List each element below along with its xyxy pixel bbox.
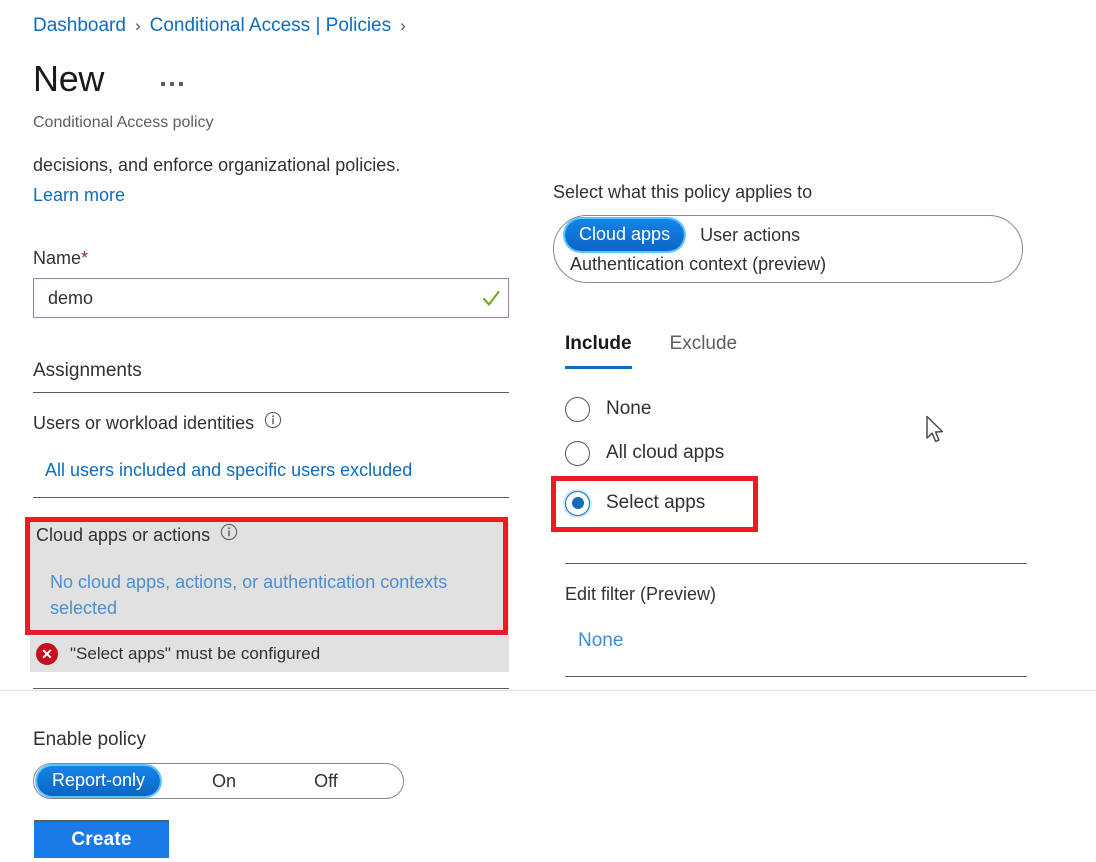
info-icon[interactable] xyxy=(220,523,238,548)
dot-2 xyxy=(170,82,174,86)
applies-to-row-1: Cloud apps User actions xyxy=(565,219,800,251)
tab-exclude[interactable]: Exclude xyxy=(670,331,738,369)
radio-circle-all-cloud-apps[interactable] xyxy=(565,441,590,466)
page-subtitle: Conditional Access policy xyxy=(33,112,214,134)
toggle-option-on[interactable]: On xyxy=(212,771,236,792)
toggle-option-off[interactable]: Off xyxy=(314,771,338,792)
validation-error-row: ✕ "Select apps" must be configured xyxy=(30,636,509,672)
applies-to-label: Select what this policy applies to xyxy=(553,180,812,205)
checkmark-icon xyxy=(474,287,508,309)
more-options-icon[interactable] xyxy=(161,76,187,92)
page-title: New xyxy=(33,57,104,101)
assignments-heading: Assignments xyxy=(33,358,142,384)
divider xyxy=(565,563,1027,564)
arrow-cursor xyxy=(925,415,947,445)
tab-include[interactable]: Include xyxy=(565,331,632,369)
cloud-apps-selection-link[interactable]: No cloud apps, actions, or authenticatio… xyxy=(50,569,470,621)
users-or-workload-identities-label: Users or workload identities xyxy=(33,411,282,436)
name-label-text: Name xyxy=(33,248,81,268)
radio-option-all-cloud-apps[interactable]: All cloud apps xyxy=(565,436,724,470)
breadcrumb-item-dashboard[interactable]: Dashboard xyxy=(33,13,126,39)
cloud-apps-label-text: Cloud apps or actions xyxy=(36,523,210,548)
radio-option-select-apps[interactable]: Select apps xyxy=(565,486,705,520)
create-button[interactable]: Create xyxy=(34,820,169,858)
learn-more-link[interactable]: Learn more xyxy=(33,183,125,208)
breadcrumb-chevron-icon-2: › xyxy=(400,13,406,39)
choice-authentication-context[interactable]: Authentication context (preview) xyxy=(570,252,826,276)
divider xyxy=(33,688,509,689)
divider xyxy=(33,392,509,393)
toggle-option-report-only[interactable]: Report-only xyxy=(37,766,160,796)
name-field-label: Name* xyxy=(33,246,88,271)
required-asterisk: * xyxy=(81,248,88,268)
radio-label-all-cloud-apps: All cloud apps xyxy=(606,440,724,466)
intro-paragraph: decisions, and enforce organizational po… xyxy=(33,153,400,178)
radio-label-none: None xyxy=(606,396,651,422)
dot-1 xyxy=(161,82,165,86)
breadcrumb-chevron-icon: › xyxy=(135,13,141,39)
radio-circle-none[interactable] xyxy=(565,397,590,422)
divider xyxy=(33,497,509,498)
edit-filter-label: Edit filter (Preview) xyxy=(565,582,716,607)
dot-3 xyxy=(179,82,183,86)
divider xyxy=(565,676,1027,677)
enable-policy-toggle: Report-only On Off xyxy=(33,763,404,799)
include-exclude-tabs: Include Exclude xyxy=(565,331,737,369)
users-label-text: Users or workload identities xyxy=(33,411,254,436)
breadcrumb-item-conditional-access-policies[interactable]: Conditional Access | Policies xyxy=(150,13,392,39)
enable-policy-label: Enable policy xyxy=(33,727,146,753)
bottom-divider xyxy=(0,690,1096,691)
edit-filter-value-link[interactable]: None xyxy=(578,628,623,654)
cloud-apps-or-actions-label: Cloud apps or actions xyxy=(36,523,238,548)
radio-circle-select-apps[interactable] xyxy=(565,491,590,516)
choice-cloud-apps[interactable]: Cloud apps xyxy=(565,219,684,251)
radio-option-none[interactable]: None xyxy=(565,392,651,426)
validation-error-text: "Select apps" must be configured xyxy=(70,644,320,664)
name-input[interactable] xyxy=(34,279,474,317)
name-input-wrapper[interactable] xyxy=(33,278,509,318)
users-selection-link[interactable]: All users included and specific users ex… xyxy=(45,458,412,483)
breadcrumb: Dashboard › Conditional Access | Policie… xyxy=(33,13,406,39)
choice-user-actions[interactable]: User actions xyxy=(700,223,800,247)
radio-label-select-apps: Select apps xyxy=(606,490,705,516)
info-icon[interactable] xyxy=(264,411,282,436)
error-x-icon: ✕ xyxy=(36,643,58,665)
